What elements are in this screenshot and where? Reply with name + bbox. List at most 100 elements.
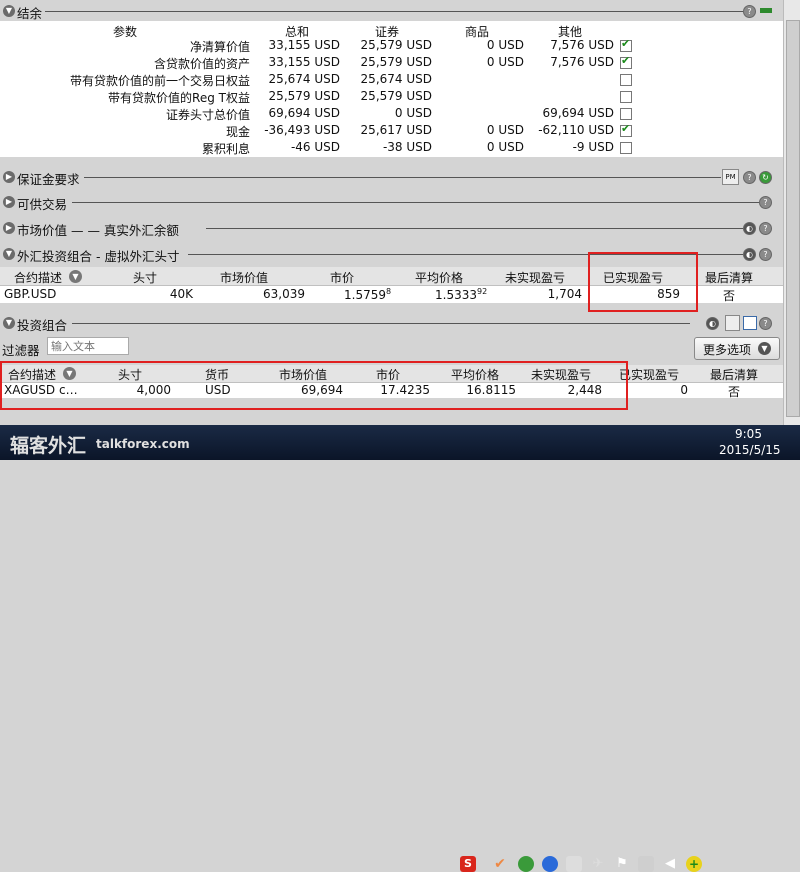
green-circle-icon[interactable] (518, 856, 534, 872)
summary-title: 结余 (17, 6, 43, 21)
collapse-triangle-icon[interactable]: ▼ (3, 5, 15, 17)
taskbar: 辐客外汇 talkforex.com S ✔ ✈ ⚑ ◀ + 9:05 2015… (0, 425, 800, 872)
clock-time[interactable]: 9:05 (735, 427, 762, 441)
vertical-scrollbar[interactable] (783, 0, 800, 425)
more-options-button[interactable]: 更多选项 ▼ (694, 337, 780, 360)
fx-portfolio-title: 外汇投资组合 - 虚拟外汇头寸 (17, 249, 180, 264)
summary-row-total: -36,493 USD (264, 123, 340, 137)
plus-icon[interactable]: + (686, 856, 702, 872)
summary-row-securities: -38 USD (382, 140, 432, 154)
speaker-icon[interactable]: ◀ (662, 856, 678, 872)
settings-icon[interactable]: ◐ (743, 248, 756, 261)
flag-icon[interactable]: ⚑ (614, 856, 630, 872)
market-value-title: 市场价值 — — 真实外汇余额 (17, 223, 179, 238)
summary-row-securities: 25,579 USD (360, 38, 432, 52)
help-icon[interactable]: ? (759, 248, 772, 261)
fx-col-market-value[interactable]: 市场价值 (220, 269, 268, 286)
summary-row-checkbox[interactable] (620, 142, 632, 154)
pf-last-liq: 否 (728, 385, 741, 399)
fx-unrealized: 1,704 (547, 287, 582, 301)
app-icon[interactable] (566, 856, 582, 872)
pf-col-realized[interactable]: 已实现盈亏 (619, 366, 679, 383)
summary-row-securities: 0 USD (394, 106, 432, 120)
fx-position: 40K (169, 287, 193, 301)
sogou-icon[interactable]: S (460, 856, 476, 872)
expand-triangle-icon[interactable]: ▶ (3, 196, 15, 208)
check-icon[interactable]: ✔ (492, 856, 508, 872)
fx-col-unrealized[interactable]: 未实现盈亏 (505, 269, 565, 286)
summary-row-securities: 25,674 USD (360, 72, 432, 86)
summary-row-total: -46 USD (290, 140, 340, 154)
divider (206, 228, 743, 229)
summary-row-securities: 25,617 USD (360, 123, 432, 137)
more-options-label: 更多选项 (703, 343, 752, 357)
fx-col-contract[interactable]: 合约描述 (14, 269, 62, 286)
filter-dropdown-icon[interactable]: ▼ (69, 270, 82, 283)
divider (72, 323, 690, 324)
summary-row-checkbox[interactable] (620, 108, 632, 120)
fx-col-price[interactable]: 市价 (330, 269, 354, 286)
filter-input[interactable] (47, 337, 129, 355)
summary-row-label: 带有贷款价值的前一个交易日权益 (69, 74, 250, 88)
divider (72, 202, 759, 203)
collapse-triangle-icon[interactable]: ▼ (3, 248, 15, 260)
highlight-portfolio-box (0, 361, 628, 410)
clock-date[interactable]: 2015/5/15 (719, 443, 781, 457)
summary-row-commodities: 0 USD (486, 55, 524, 69)
filter-label: 过滤器 (2, 343, 40, 358)
available-section-header[interactable]: ▶ 可供交易 ? (0, 193, 783, 212)
help-icon[interactable]: ? (759, 196, 772, 209)
settings-icon[interactable]: ◐ (743, 222, 756, 235)
fx-last-liq: 否 (723, 289, 736, 303)
highlight-realized-box (588, 252, 698, 312)
margin-section-header[interactable]: ▶ 保证金要求 PM ? ↻ (0, 168, 783, 187)
help-icon[interactable]: ? (759, 222, 772, 235)
expand-triangle-icon[interactable]: ▶ (3, 171, 15, 183)
summary-row-checkbox[interactable] (620, 37, 632, 52)
market-value-section-header[interactable]: ▶ 市场价值 — — 真实外汇余额 ◐ ? (0, 219, 783, 238)
pf-col-last-liq[interactable]: 最后清算 (710, 366, 758, 383)
fx-col-last-liq[interactable]: 最后清算 (705, 269, 753, 286)
document-icon[interactable] (725, 315, 740, 331)
summary-row-checkbox[interactable] (620, 91, 632, 103)
portfolio-title: 投资组合 (17, 318, 68, 333)
margin-title: 保证金要求 (17, 172, 80, 187)
summary-row-total: 69,694 USD (268, 106, 340, 120)
network-icon[interactable] (638, 856, 654, 872)
collapse-triangle-icon[interactable]: ▼ (3, 317, 15, 329)
summary-row-commodities: 0 USD (486, 38, 524, 52)
summary-row-other: 7,576 USD (550, 55, 614, 69)
summary-row-checkbox[interactable] (620, 74, 632, 86)
summary-row-label: 净清算价值 (189, 40, 250, 54)
refresh-icon[interactable]: ↻ (759, 171, 772, 184)
window-icon[interactable] (743, 316, 757, 330)
globe-icon[interactable] (542, 856, 558, 872)
summary-row-total: 33,155 USD (268, 55, 340, 69)
fx-col-position[interactable]: 头寸 (133, 269, 157, 286)
fx-avg-price: 1.533392 (435, 287, 488, 302)
pm-icon[interactable]: PM (722, 169, 739, 185)
watermark-text: 辐客外汇 (10, 435, 87, 457)
divider (84, 177, 721, 178)
summary-row-checkbox[interactable] (620, 54, 632, 69)
fx-col-avg-price[interactable]: 平均价格 (415, 269, 463, 286)
summary-row-label: 累积利息 (201, 142, 250, 156)
summary-row-checkbox[interactable] (620, 122, 632, 137)
summary-row-other: 69,694 USD (542, 106, 614, 120)
fx-contract: GBP.USD (4, 287, 57, 301)
help-icon[interactable]: ? (759, 317, 772, 330)
summary-section-header[interactable]: ▼ 结余 ? (0, 2, 783, 21)
pf-realized: 0 (680, 383, 688, 397)
scrollbar-thumb[interactable] (786, 20, 800, 417)
help-icon[interactable]: ? (743, 171, 756, 184)
bird-icon[interactable]: ✈ (590, 856, 606, 872)
summary-row-other: 7,576 USD (550, 38, 614, 52)
minimize-icon[interactable] (760, 8, 772, 13)
summary-row-label: 现金 (225, 125, 250, 139)
summary-row-label: 含贷款价值的资产 (153, 57, 250, 71)
settings-icon[interactable]: ◐ (706, 317, 719, 330)
help-icon[interactable]: ? (743, 5, 756, 18)
portfolio-section-header[interactable]: ▼ 投资组合 ◐ ? (0, 314, 783, 333)
expand-triangle-icon[interactable]: ▶ (3, 222, 15, 234)
fx-market-value: 63,039 (263, 287, 305, 301)
